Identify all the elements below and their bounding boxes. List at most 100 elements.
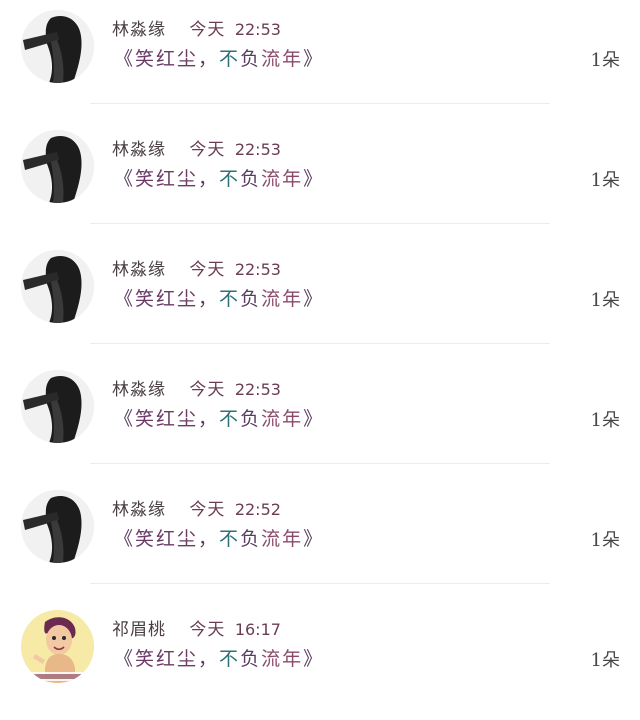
time-day: 今天	[189, 20, 226, 40]
time-day: 今天	[189, 500, 226, 520]
list-item[interactable]: 林淼缘 今天 22:53 《笑红尘，不负流年》 1朵	[0, 0, 640, 120]
time-day: 今天	[189, 140, 226, 160]
quote-close: 》	[303, 288, 325, 310]
quote-close: 》	[303, 48, 325, 70]
quote-open: 《	[114, 528, 136, 550]
flower-count: 1朵	[590, 290, 620, 311]
message-list: 林淼缘 今天 22:53 《笑红尘，不负流年》 1朵 林淼缘 今天 22:53 …	[0, 0, 640, 720]
text-part-a: 笑红尘	[135, 528, 199, 550]
flower-count: 1朵	[590, 530, 620, 551]
quote-open: 《	[114, 648, 136, 670]
text-part-a: 笑红尘	[135, 408, 199, 430]
portrait-avatar-image	[21, 130, 94, 203]
username[interactable]: 林淼缘	[112, 140, 166, 160]
message-text: 《笑红尘，不负流年》	[114, 524, 324, 554]
time-day: 今天	[189, 620, 226, 640]
divider	[90, 583, 550, 584]
flower-count: 1朵	[590, 650, 620, 671]
time-day: 今天	[189, 380, 226, 400]
text-part-b: 不	[219, 288, 241, 310]
message-meta: 林淼缘 今天 22:53	[112, 18, 281, 42]
time-clock: 22:53	[234, 260, 281, 279]
text-part-d: 流年	[261, 528, 304, 550]
quote-open: 《	[114, 408, 136, 430]
username[interactable]: 祁眉桃	[112, 620, 166, 640]
quote-close: 》	[303, 408, 325, 430]
list-item[interactable]: 林淼缘 今天 22:53 《笑红尘，不负流年》 1朵	[0, 120, 640, 240]
divider	[90, 343, 550, 344]
time-clock: 22:53	[234, 140, 281, 159]
portrait-avatar-image	[21, 490, 94, 563]
message-text: 《笑红尘，不负流年》	[114, 644, 324, 674]
text-part-c: 负	[240, 48, 262, 70]
list-item[interactable]: 林淼缘 今天 22:53 《笑红尘，不负流年》 1朵	[0, 240, 640, 360]
message-meta: 林淼缘 今天 22:53	[112, 378, 281, 402]
text-part-b: 不	[219, 408, 241, 430]
time-clock: 16:17	[234, 620, 281, 639]
message-meta: 祁眉桃 今天 16:17	[112, 618, 281, 642]
quote-open: 《	[114, 288, 136, 310]
text-comma: ，	[198, 168, 220, 190]
text-part-c: 负	[240, 528, 262, 550]
text-part-a: 笑红尘	[135, 168, 199, 190]
text-part-d: 流年	[261, 408, 304, 430]
username[interactable]: 林淼缘	[112, 380, 166, 400]
text-part-a: 笑红尘	[135, 648, 199, 670]
text-part-b: 不	[219, 648, 241, 670]
text-comma: ，	[198, 408, 220, 430]
list-item[interactable]: 林淼缘 今天 22:52 《笑红尘，不负流年》 1朵	[0, 480, 640, 600]
text-part-b: 不	[219, 48, 241, 70]
list-item[interactable]: 祁眉桃 今天 16:17 《笑红尘，不负流年》 1朵	[0, 600, 640, 720]
avatar[interactable]	[21, 10, 94, 83]
cartoon-avatar-image	[21, 610, 94, 683]
divider	[90, 223, 550, 224]
time-clock: 22:53	[234, 20, 281, 39]
message-meta: 林淼缘 今天 22:53	[112, 138, 281, 162]
text-part-d: 流年	[261, 168, 304, 190]
username[interactable]: 林淼缘	[112, 500, 166, 520]
text-part-d: 流年	[261, 648, 304, 670]
portrait-avatar-image	[21, 370, 94, 443]
list-item[interactable]: 林淼缘 今天 22:53 《笑红尘，不负流年》 1朵	[0, 360, 640, 480]
avatar[interactable]	[21, 370, 94, 443]
time-day: 今天	[189, 260, 226, 280]
time-clock: 22:53	[234, 380, 281, 399]
avatar[interactable]	[21, 130, 94, 203]
quote-close: 》	[303, 528, 325, 550]
divider	[90, 103, 550, 104]
username[interactable]: 林淼缘	[112, 260, 166, 280]
text-part-c: 负	[240, 648, 262, 670]
flower-count: 1朵	[590, 50, 620, 71]
message-text: 《笑红尘，不负流年》	[114, 404, 324, 434]
divider	[90, 463, 550, 464]
username[interactable]: 林淼缘	[112, 20, 166, 40]
text-part-a: 笑红尘	[135, 288, 199, 310]
text-comma: ，	[198, 528, 220, 550]
avatar[interactable]	[21, 490, 94, 563]
portrait-avatar-image	[21, 10, 94, 83]
text-part-a: 笑红尘	[135, 48, 199, 70]
text-comma: ，	[198, 648, 220, 670]
text-part-c: 负	[240, 288, 262, 310]
text-part-c: 负	[240, 408, 262, 430]
quote-close: 》	[303, 168, 325, 190]
text-part-c: 负	[240, 168, 262, 190]
message-meta: 林淼缘 今天 22:52	[112, 498, 281, 522]
message-text: 《笑红尘，不负流年》	[114, 44, 324, 74]
portrait-avatar-image	[21, 250, 94, 323]
message-meta: 林淼缘 今天 22:53	[112, 258, 281, 282]
flower-count: 1朵	[590, 170, 620, 191]
text-part-b: 不	[219, 528, 241, 550]
text-comma: ，	[198, 288, 220, 310]
message-text: 《笑红尘，不负流年》	[114, 164, 324, 194]
text-part-d: 流年	[261, 288, 304, 310]
text-part-b: 不	[219, 168, 241, 190]
quote-open: 《	[114, 168, 136, 190]
quote-close: 》	[303, 648, 325, 670]
quote-open: 《	[114, 48, 136, 70]
flower-count: 1朵	[590, 410, 620, 431]
avatar[interactable]	[21, 610, 94, 683]
message-text: 《笑红尘，不负流年》	[114, 284, 324, 314]
text-comma: ，	[198, 48, 220, 70]
avatar[interactable]	[21, 250, 94, 323]
